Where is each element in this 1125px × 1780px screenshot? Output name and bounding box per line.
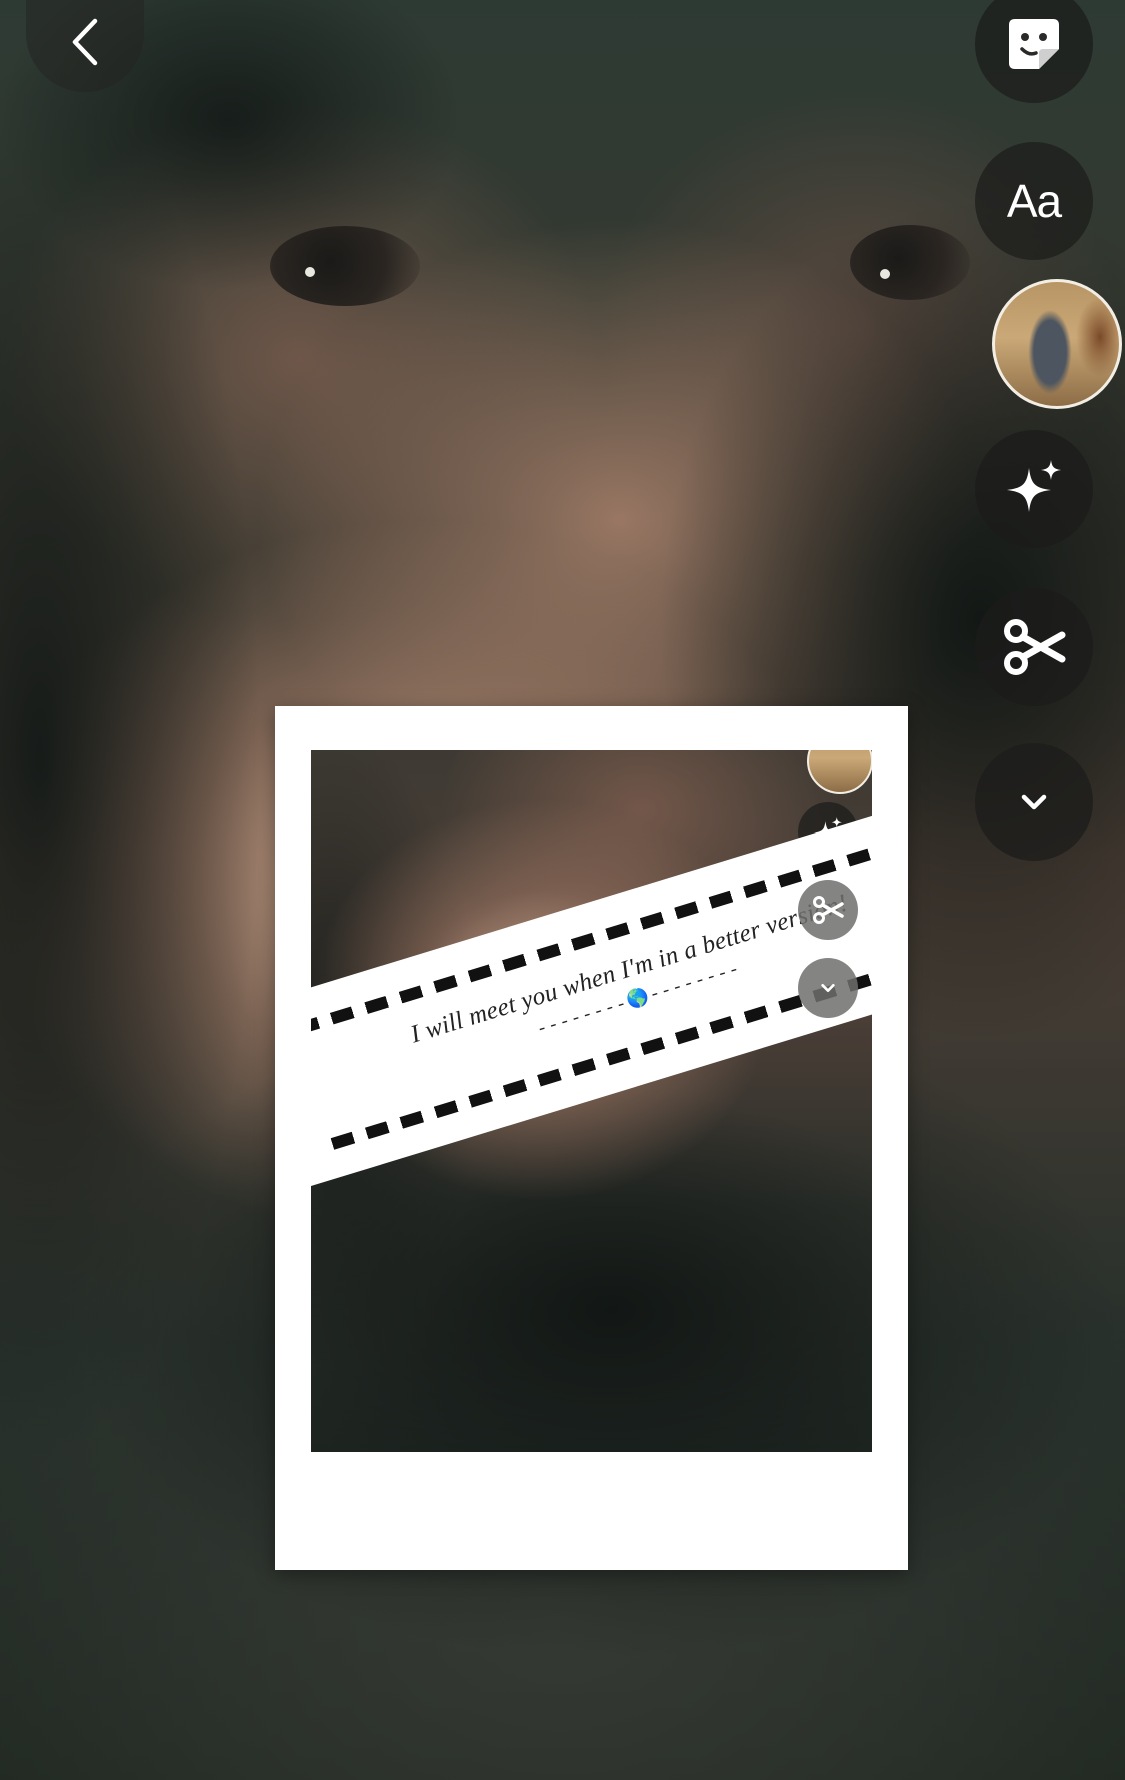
mini-music-avatar — [807, 750, 872, 794]
polaroid-photo: I will meet you when I'm in a better ver… — [311, 750, 872, 1452]
more-tools-button[interactable] — [975, 743, 1093, 861]
music-album-avatar[interactable] — [992, 279, 1122, 409]
scissors-icon — [813, 896, 844, 924]
sparkle-icon — [1007, 460, 1061, 512]
text-icon: Aa — [1006, 175, 1062, 227]
text-tool-button[interactable]: Aa — [975, 142, 1093, 260]
quote-text: I will meet you when I'm in a better ver… — [407, 889, 851, 1049]
background-photo-eye-left — [270, 226, 420, 306]
story-editor-canvas: Aa I will meet you when I'm in a better … — [0, 0, 1125, 1780]
polaroid-sticker[interactable]: I will meet you when I'm in a better ver… — [275, 706, 908, 1570]
mini-cutout-button — [798, 880, 858, 940]
background-photo-eye-right — [850, 225, 970, 300]
effects-button[interactable] — [975, 430, 1093, 548]
quote-sticker[interactable]: I will meet you when I'm in a better ver… — [311, 793, 872, 1197]
chevron-down-icon — [821, 983, 835, 992]
chevron-down-icon — [1021, 794, 1047, 810]
sticker-icon — [1009, 19, 1059, 69]
background-photo-glint — [305, 267, 315, 277]
mini-more-button — [798, 958, 858, 1018]
cutout-button[interactable] — [975, 588, 1093, 706]
chevron-left-icon — [72, 18, 98, 66]
background-photo-glint — [880, 269, 890, 279]
scissors-icon — [1004, 619, 1066, 675]
